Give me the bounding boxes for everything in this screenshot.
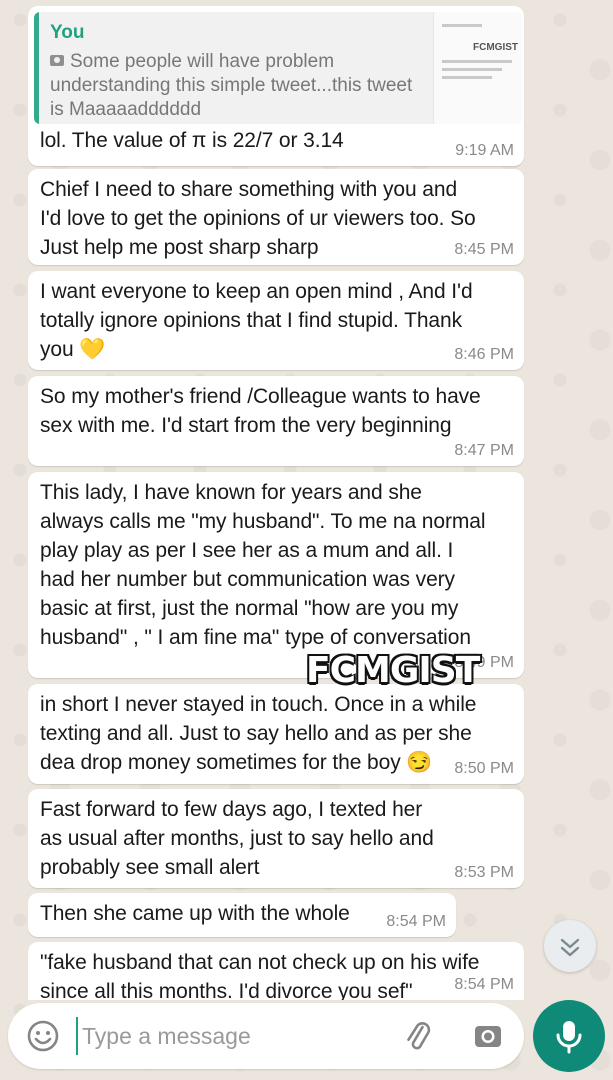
message-time: 8:45 PM [454, 241, 514, 258]
message-bubble[interactable]: Chief I need to share something with you… [28, 169, 524, 265]
paperclip-icon [407, 1022, 431, 1050]
message-time: 8:50 PM [454, 760, 514, 777]
message-composer [8, 1003, 524, 1069]
message-text: Chief I need to share something with you… [40, 178, 476, 259]
message-bubble[interactable]: So my mother's friend /Colleague wants t… [28, 376, 524, 466]
message-bubble[interactable]: "fake husband that can not check up on h… [28, 942, 524, 1000]
thumbnail-brand: FCMGIST [473, 42, 518, 53]
message-time: 8:53 PM [454, 864, 514, 881]
message-bubble[interactable]: in short I never stayed in touch. Once i… [28, 684, 524, 784]
double-chevron-down-icon [560, 938, 580, 957]
message-text: Then she came up with the whole [40, 902, 350, 925]
quote-accent-bar [34, 12, 39, 124]
quote-author: You [50, 22, 85, 43]
message-text: Fast forward to few days ago, I texted h… [40, 798, 434, 879]
camera-icon [475, 1026, 501, 1047]
message-text: lol. The value of π is 22/7 or 3.14 [40, 129, 344, 152]
thumb-line [442, 24, 482, 27]
quote-body-text: Some people will have problem understand… [50, 51, 413, 120]
message-bubble[interactable]: Fast forward to few days ago, I texted h… [28, 789, 524, 888]
message-text: in short I never stayed in touch. Once i… [40, 693, 477, 774]
message-bubble[interactable]: This lady, I have known for years and sh… [28, 472, 524, 678]
message-bubble[interactable]: Then she came up with the whole 8:54 PM [28, 893, 456, 937]
emoji-icon [27, 1020, 59, 1052]
message-text: "fake husband that can not check up on h… [40, 951, 480, 1000]
thumb-line [442, 76, 492, 79]
scroll-to-bottom-button[interactable] [544, 920, 596, 972]
message-time: 8:47 PM [454, 442, 514, 459]
message-text: I want everyone to keep an open mind , A… [40, 280, 473, 361]
camera-button[interactable] [470, 1018, 506, 1054]
emoji-button[interactable] [24, 1017, 62, 1055]
message-time: 8:54 PM [454, 976, 514, 993]
attach-button[interactable] [400, 1018, 436, 1054]
voice-record-button[interactable] [533, 1000, 605, 1072]
message-text: This lady, I have known for years and sh… [40, 481, 486, 649]
quote-thumbnail: FCMGIST [433, 12, 522, 124]
message-input[interactable] [76, 1017, 384, 1055]
message-bubble[interactable]: You Some people will have problem unders… [28, 6, 524, 166]
thumb-line [442, 68, 502, 71]
message-time: 8:46 PM [454, 346, 514, 363]
quoted-message[interactable]: You Some people will have problem unders… [34, 12, 522, 124]
message-bubble[interactable]: I want everyone to keep an open mind , A… [28, 271, 524, 370]
microphone-icon [556, 1021, 582, 1054]
quote-text: Some people will have problem understand… [50, 50, 430, 122]
watermark: FCMGIST [306, 650, 480, 691]
message-time: 8:54 PM [386, 913, 446, 930]
message-text: So my mother's friend /Colleague wants t… [40, 385, 481, 437]
message-time: 9:19 AM [455, 142, 514, 159]
message-list[interactable]: You Some people will have problem unders… [0, 0, 613, 1000]
camera-icon [50, 55, 64, 66]
thumb-line [442, 60, 512, 63]
